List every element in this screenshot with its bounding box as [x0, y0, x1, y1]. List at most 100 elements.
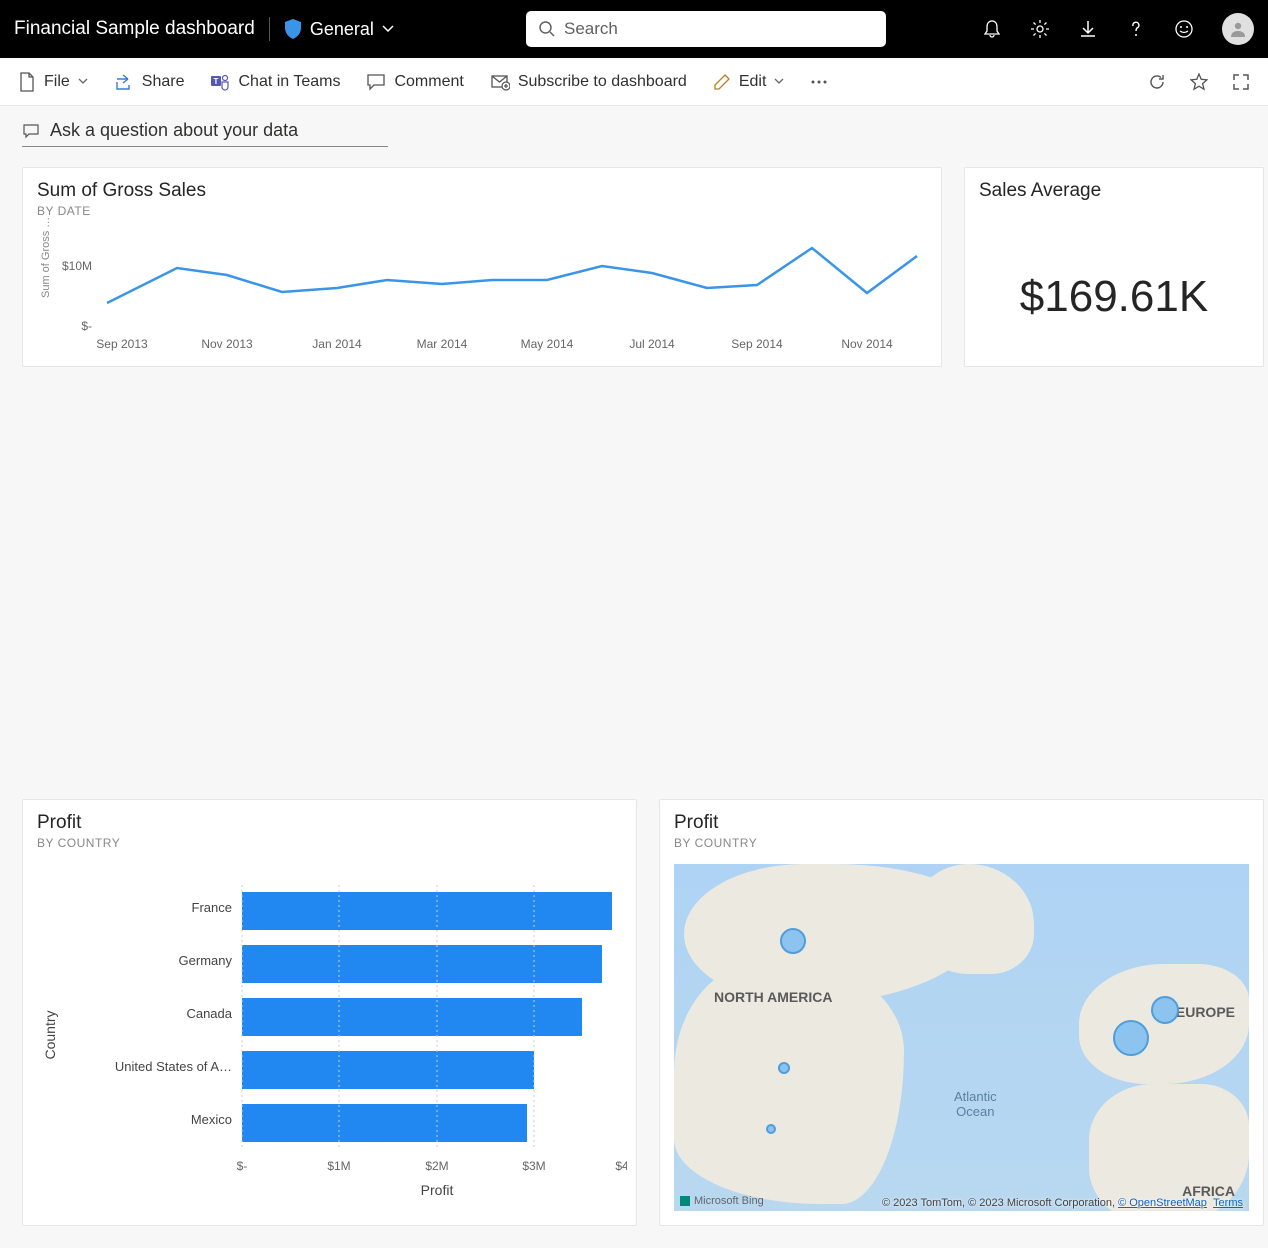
svg-text:Country: Country [42, 1010, 58, 1059]
ellipsis-icon [810, 79, 828, 85]
svg-text:$2M: $2M [425, 1159, 448, 1173]
map-label-ocean: Atlantic Ocean [954, 1089, 997, 1119]
tile-subtitle: BY COUNTRY [674, 836, 1249, 850]
tile-subtitle: BY COUNTRY [37, 836, 622, 850]
search-input[interactable]: Search [526, 11, 886, 47]
header-actions [982, 13, 1254, 45]
svg-text:T: T [214, 77, 219, 86]
map-bubble-mexico[interactable] [766, 1124, 776, 1134]
svg-text:Canada: Canada [186, 1006, 232, 1021]
teams-icon: T [210, 73, 230, 91]
tile-title: Profit [37, 812, 622, 834]
pencil-icon [713, 73, 731, 91]
svg-text:$-: $- [81, 319, 92, 333]
svg-text:Mar 2014: Mar 2014 [417, 337, 468, 351]
chevron-down-icon [78, 78, 88, 85]
qna-row: Ask a question about your data [0, 106, 1268, 157]
terms-link[interactable]: Terms [1213, 1197, 1243, 1209]
chat-label: Chat in Teams [238, 73, 340, 91]
subscribe-label: Subscribe to dashboard [518, 73, 687, 91]
svg-text:Sep 2013: Sep 2013 [96, 337, 148, 351]
svg-text:Profit: Profit [421, 1182, 454, 1198]
tile-gross-sales-line[interactable]: Sum of Gross Sales BY DATE Sum of Gross … [22, 167, 942, 367]
file-icon [18, 72, 36, 92]
fullscreen-icon[interactable] [1232, 73, 1250, 91]
qna-input[interactable]: Ask a question about your data [22, 120, 388, 147]
subscribe-button[interactable]: Subscribe to dashboard [490, 73, 687, 91]
svg-text:Germany: Germany [179, 953, 233, 968]
toolbar-right [1148, 73, 1250, 91]
osm-link[interactable]: © OpenStreetMap [1118, 1197, 1207, 1209]
tile-profit-map[interactable]: Profit BY COUNTRY NORTH AMERICA EUROPE A… [659, 799, 1264, 1226]
edit-label: Edit [739, 73, 767, 91]
edit-menu[interactable]: Edit [713, 73, 785, 91]
sensitivity-dropdown[interactable]: General [284, 19, 394, 40]
chevron-down-icon [774, 78, 784, 85]
svg-text:$1M: $1M [327, 1159, 350, 1173]
map-bubble-canada[interactable] [780, 928, 806, 954]
svg-text:United States of A…: United States of A… [115, 1059, 232, 1074]
tile-title: Sales Average [979, 180, 1249, 202]
tile-profit-bar[interactable]: Profit BY COUNTRY Country France Germany… [22, 799, 637, 1226]
map-canvas[interactable]: NORTH AMERICA EUROPE AFRICA Atlantic Oce… [674, 864, 1249, 1211]
avatar[interactable] [1222, 13, 1254, 45]
comment-button[interactable]: Comment [366, 73, 463, 91]
kpi-value: $169.61K [979, 272, 1249, 322]
dashboard-grid-row2: Profit BY COUNTRY Country France Germany… [0, 799, 1268, 1248]
tile-title: Profit [674, 812, 1249, 834]
file-menu[interactable]: File [18, 72, 88, 92]
comment-label: Comment [394, 73, 463, 91]
search-placeholder: Search [564, 19, 618, 39]
help-icon[interactable] [1126, 19, 1146, 39]
map-label-eu: EUROPE [1176, 1004, 1235, 1020]
file-label: File [44, 73, 70, 91]
line-series [107, 248, 917, 303]
person-icon [1229, 20, 1247, 38]
map-label-na: NORTH AMERICA [714, 989, 832, 1005]
svg-text:May 2014: May 2014 [521, 337, 574, 351]
dashboard-title: Financial Sample dashboard [14, 18, 255, 40]
subscribe-icon [490, 73, 510, 91]
map-bubble-usa[interactable] [778, 1062, 790, 1074]
comment-icon [366, 73, 386, 91]
svg-text:Nov 2014: Nov 2014 [841, 337, 893, 351]
smile-icon[interactable] [1174, 19, 1194, 39]
bell-icon[interactable] [982, 19, 1002, 39]
comment-icon [22, 123, 40, 139]
qna-prompt: Ask a question about your data [50, 120, 298, 141]
svg-text:Nov 2013: Nov 2013 [201, 337, 253, 351]
svg-text:Jul 2014: Jul 2014 [629, 337, 675, 351]
svg-text:Jan 2014: Jan 2014 [312, 337, 362, 351]
refresh-icon[interactable] [1148, 73, 1166, 91]
svg-text:France: France [192, 900, 232, 915]
svg-text:Mexico: Mexico [191, 1112, 232, 1127]
chat-teams-button[interactable]: T Chat in Teams [210, 73, 340, 91]
bar-chart-svg: Country France Germany Canada United Sta… [37, 850, 627, 1210]
svg-text:$10M: $10M [62, 259, 92, 273]
more-menu[interactable] [810, 79, 828, 85]
tile-title: Sum of Gross Sales [37, 180, 927, 202]
header-separator [269, 17, 270, 41]
y-axis-label: Sum of Gross … [40, 218, 52, 298]
map-bubble-france[interactable] [1113, 1020, 1149, 1056]
map-bubble-germany[interactable] [1151, 996, 1179, 1024]
tile-sales-average-kpi[interactable]: Sales Average $169.61K [964, 167, 1264, 367]
download-icon[interactable] [1078, 19, 1098, 39]
share-icon [114, 73, 134, 91]
toolbar: File Share T Chat in Teams Comment Subsc… [0, 58, 1268, 106]
dashboard-grid-row1: Sum of Gross Sales BY DATE Sum of Gross … [0, 157, 1268, 821]
gear-icon[interactable] [1030, 19, 1050, 39]
tile-subtitle: BY DATE [37, 204, 927, 218]
sensitivity-label: General [310, 19, 374, 40]
app-header: Financial Sample dashboard General Searc… [0, 0, 1268, 58]
shield-icon [284, 19, 302, 39]
share-button[interactable]: Share [114, 73, 185, 91]
svg-text:$-: $- [237, 1159, 248, 1173]
map-attribution: © 2023 TomTom, © 2023 Microsoft Corporat… [882, 1197, 1243, 1209]
svg-text:$3M: $3M [522, 1159, 545, 1173]
favorite-icon[interactable] [1190, 73, 1208, 91]
chevron-down-icon [382, 25, 394, 33]
search-icon [538, 20, 556, 38]
svg-text:Sep 2014: Sep 2014 [731, 337, 783, 351]
share-label: Share [142, 73, 185, 91]
